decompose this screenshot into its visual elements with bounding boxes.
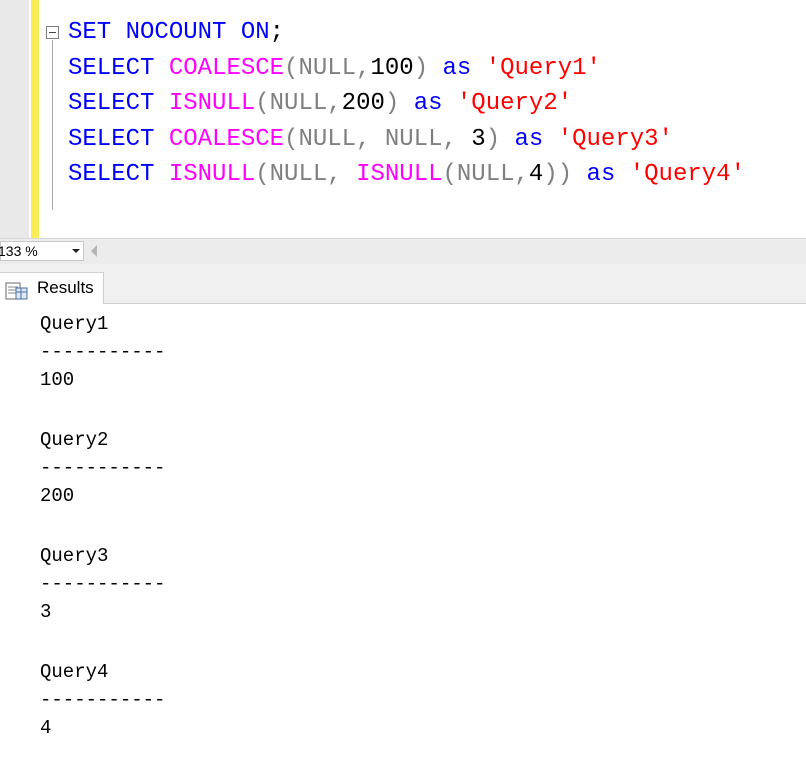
- code-token: (: [255, 90, 270, 117]
- result-separator: -----------: [40, 341, 166, 363]
- result-value: 200: [40, 485, 75, 507]
- code-token: 3: [471, 125, 486, 153]
- result-set: Query2 ----------- 200: [40, 426, 165, 510]
- scroll-left-arrow-icon[interactable]: [91, 245, 97, 257]
- zoom-value: 133 %: [0, 243, 38, 259]
- code-line[interactable]: SELECT ISNULL(NULL, ISNULL(NULL,4)) as '…: [68, 157, 745, 193]
- code-token: COALESCE: [168, 54, 285, 82]
- code-token: ): [485, 125, 501, 153]
- code-token: ,: [356, 125, 385, 153]
- code-token: NULL: [269, 161, 328, 188]
- code-token: ,: [514, 161, 529, 188]
- change-tracking-bar: [31, 0, 39, 238]
- code-token: (: [442, 161, 457, 188]
- result-separator: -----------: [40, 689, 166, 711]
- chevron-down-icon[interactable]: [72, 249, 80, 253]
- code-token: as: [500, 125, 558, 153]
- code-token: ,: [327, 90, 342, 117]
- code-token: ;: [269, 19, 285, 46]
- outline-line: [52, 40, 53, 210]
- code-token: ISNULL: [168, 161, 256, 188]
- code-line[interactable]: SELECT COALESCE(NULL, NULL, 3) as 'Query…: [68, 122, 745, 158]
- code-line[interactable]: SET NOCOUNT ON;: [68, 15, 745, 51]
- code-token: ISNULL: [168, 90, 256, 117]
- code-token: )): [543, 161, 573, 188]
- code-token: NULL: [456, 161, 515, 188]
- code-token: 'Query3': [557, 125, 673, 153]
- result-column: Query4: [40, 661, 109, 683]
- result-column: Query2: [40, 429, 109, 451]
- result-set: Query3 ----------- 3: [40, 542, 165, 626]
- code-token: 'Query4': [629, 161, 745, 188]
- code-token: as: [572, 161, 630, 188]
- result-column: Query1: [40, 313, 109, 335]
- code-token: ,: [356, 54, 371, 82]
- code-area[interactable]: SET NOCOUNT ON; SELECT COALESCE(NULL,100)…: [68, 15, 745, 193]
- code-token: ): [384, 90, 400, 117]
- code-token: 4: [528, 161, 544, 188]
- result-set: Query1 ----------- 100: [40, 310, 165, 394]
- code-token: SELECT: [68, 161, 169, 188]
- result-set: Query4 ----------- 4: [40, 658, 165, 742]
- code-token: ISNULL: [356, 161, 443, 188]
- code-token: SET NOCOUNT ON: [68, 19, 270, 46]
- code-token: (: [284, 125, 299, 153]
- result-value: 100: [40, 369, 75, 391]
- code-token: (: [255, 161, 270, 188]
- code-token: 100: [370, 54, 414, 82]
- code-token: ,: [442, 125, 472, 153]
- editor-gutter: [0, 0, 29, 238]
- editor-status-bar: 133 %: [0, 238, 806, 264]
- result-column: Query3: [40, 545, 109, 567]
- code-token: NULL: [269, 90, 328, 117]
- code-token: as: [399, 90, 457, 117]
- code-line[interactable]: SELECT COALESCE(NULL,100) as 'Query1': [68, 51, 745, 87]
- results-pane[interactable]: Query1 ----------- 100 Query2 ----------- 200…: [0, 304, 806, 766]
- tab-results-label: Results: [37, 278, 94, 297]
- collapse-region-icon[interactable]: [46, 26, 59, 39]
- code-line[interactable]: SELECT ISNULL(NULL,200) as 'Query2': [68, 86, 745, 122]
- code-token: SELECT: [68, 54, 169, 82]
- result-separator: -----------: [40, 573, 166, 595]
- code-token: as: [428, 54, 486, 82]
- code-token: 'Query2': [456, 90, 573, 117]
- code-token: 'Query1': [485, 54, 601, 82]
- zoom-dropdown[interactable]: 133 %: [0, 241, 84, 261]
- code-token: ,: [327, 161, 357, 188]
- code-token: COALESCE: [168, 125, 285, 153]
- result-value: 3: [40, 601, 52, 623]
- result-separator: -----------: [40, 457, 166, 479]
- code-token: ): [413, 54, 429, 82]
- result-value: 4: [40, 717, 52, 739]
- results-grid-icon: [5, 282, 28, 300]
- code-token: SELECT: [68, 125, 169, 153]
- code-token: NULL: [298, 125, 357, 153]
- code-token: SELECT: [68, 90, 169, 117]
- code-token: 200: [341, 90, 385, 117]
- code-token: (: [284, 54, 299, 82]
- query-editor[interactable]: SET NOCOUNT ON; SELECT COALESCE(NULL,100)…: [0, 0, 806, 238]
- results-tab-bar: Results: [0, 264, 806, 304]
- code-token: NULL: [384, 125, 443, 153]
- tab-results[interactable]: Results: [0, 272, 104, 304]
- code-token: NULL: [298, 54, 357, 82]
